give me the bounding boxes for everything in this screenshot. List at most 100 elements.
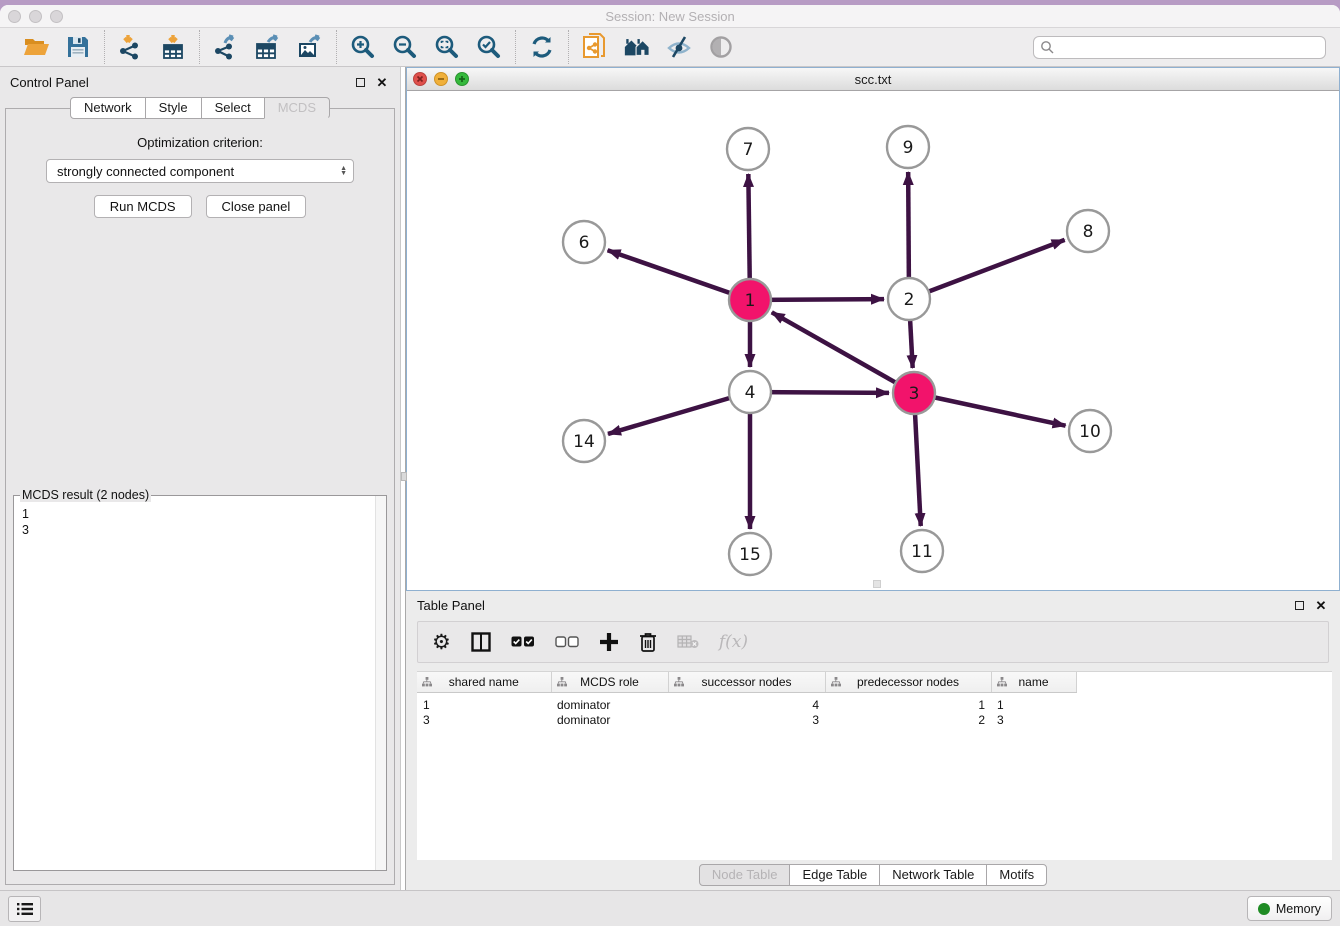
tab-network[interactable]: Network [70, 97, 146, 119]
mcds-result-list[interactable]: 13 [14, 496, 375, 870]
mcds-result-box: MCDS result (2 nodes) 13 [13, 495, 387, 871]
optimization-criterion-select[interactable]: strongly connected component ▲▼ [46, 159, 354, 183]
export-image-icon[interactable] [296, 33, 324, 61]
zoom-window-button[interactable] [50, 10, 63, 23]
close-window-button[interactable] [8, 10, 21, 23]
table-cell[interactable]: 2 [825, 712, 991, 728]
table-tab-network-table[interactable]: Network Table [879, 864, 987, 886]
show-all-icon[interactable] [707, 33, 735, 61]
canvas-grip-icon[interactable] [873, 580, 881, 588]
graph-node-label: 2 [904, 290, 915, 310]
table-panel-title: Table Panel [417, 598, 485, 613]
minimize-window-button[interactable] [29, 10, 42, 23]
clone-network-icon[interactable] [581, 33, 609, 61]
export-network-icon[interactable] [212, 33, 240, 61]
table-cell[interactable]: 1 [417, 692, 551, 712]
table-tab-edge-table[interactable]: Edge Table [789, 864, 880, 886]
table-row[interactable]: 3dominator323 [417, 712, 1076, 728]
column-header-predecessor-nodes[interactable]: predecessor nodes [825, 672, 991, 692]
graph-edge-2-8[interactable] [909, 240, 1065, 299]
close-panel-button[interactable]: ✕ [374, 74, 390, 90]
zoom-in-icon[interactable] [349, 33, 377, 61]
network-graph[interactable]: 7968124314101511 [407, 91, 1333, 589]
deselect-all-icon[interactable] [555, 629, 579, 655]
delete-icon[interactable] [639, 629, 657, 655]
apply-layout-icon[interactable] [528, 33, 556, 61]
table-tab-node-table[interactable]: Node Table [699, 864, 791, 886]
mcds-result-item[interactable]: 3 [22, 522, 367, 538]
float-table-panel-button[interactable] [1291, 597, 1307, 613]
table-cell[interactable]: 4 [668, 692, 825, 712]
hierarchy-icon [831, 677, 841, 687]
list-icon [16, 902, 34, 916]
memory-button[interactable]: Memory [1247, 896, 1332, 921]
table-tabs: Node TableEdge TableNetwork TableMotifs [406, 860, 1340, 890]
task-history-button[interactable] [8, 896, 41, 922]
graph-edge-3-10[interactable] [914, 393, 1066, 426]
search-input[interactable] [1054, 40, 1319, 54]
graph-edge-1-6[interactable] [608, 250, 750, 300]
import-network-icon[interactable] [117, 33, 145, 61]
table-cell[interactable]: 1 [991, 692, 1076, 712]
main-toolbar [0, 28, 1340, 67]
zoom-out-icon[interactable] [391, 33, 419, 61]
close-panel-action-button[interactable]: Close panel [206, 195, 307, 218]
graph-edge-4-14[interactable] [608, 392, 750, 434]
add-icon[interactable] [599, 629, 619, 655]
search-field[interactable] [1033, 36, 1326, 59]
network-maximize-button[interactable] [455, 72, 469, 86]
open-session-icon[interactable] [22, 33, 50, 61]
network-close-button[interactable] [413, 72, 427, 86]
run-mcds-button[interactable]: Run MCDS [94, 195, 192, 218]
close-table-panel-button[interactable]: ✕ [1313, 597, 1329, 613]
hide-selected-icon[interactable] [665, 33, 693, 61]
result-scrollbar[interactable] [375, 496, 386, 870]
table-cell[interactable]: dominator [551, 712, 668, 728]
network-canvas[interactable]: 7968124314101511 [407, 91, 1339, 590]
network-window-titlebar[interactable]: scc.txt [407, 68, 1339, 91]
function-builder-icon: f(x) [719, 629, 748, 655]
table-tab-motifs[interactable]: Motifs [986, 864, 1047, 886]
memory-status-icon [1258, 903, 1270, 915]
network-minimize-button[interactable] [434, 72, 448, 86]
graph-node-label: 8 [1083, 222, 1094, 242]
column-header-shared-name[interactable]: shared name [417, 672, 551, 692]
first-neighbors-icon[interactable] [623, 33, 651, 61]
float-panel-button[interactable] [352, 74, 368, 90]
save-session-icon[interactable] [64, 33, 92, 61]
select-all-icon[interactable] [511, 629, 535, 655]
column-header-MCDS-role[interactable]: MCDS role [551, 672, 668, 692]
table-cell[interactable]: 3 [668, 712, 825, 728]
column-header-name[interactable]: name [991, 672, 1076, 692]
graph-node-label: 9 [903, 138, 914, 158]
settings-icon[interactable]: ⚙ [432, 629, 451, 655]
close-icon: ✕ [1316, 599, 1327, 612]
chevron-up-down-icon: ▲▼ [340, 166, 347, 176]
hierarchy-icon [422, 677, 432, 687]
table-cell[interactable]: 3 [991, 712, 1076, 728]
export-table-icon[interactable] [254, 33, 282, 61]
window-controls[interactable] [8, 10, 63, 23]
graph-node-label: 14 [573, 432, 595, 452]
show-columns-icon[interactable] [471, 629, 491, 655]
zoom-selected-icon[interactable] [475, 33, 503, 61]
table-cell[interactable]: 3 [417, 712, 551, 728]
graph-node-label: 7 [743, 140, 754, 160]
panel-splitter[interactable] [400, 67, 406, 890]
column-header-successor-nodes[interactable]: successor nodes [668, 672, 825, 692]
import-table-icon[interactable] [159, 33, 187, 61]
node-table[interactable]: shared nameMCDS rolesuccessor nodesprede… [417, 671, 1332, 860]
titlebar: Session: New Session [0, 5, 1340, 28]
table-cell[interactable]: 1 [825, 692, 991, 712]
mcds-result-item[interactable]: 1 [22, 506, 367, 522]
graph-edge-3-1[interactable] [772, 312, 914, 393]
table-row[interactable]: 1dominator411 [417, 692, 1076, 712]
tab-select[interactable]: Select [201, 97, 265, 119]
tab-style[interactable]: Style [145, 97, 202, 119]
zoom-fit-icon[interactable] [433, 33, 461, 61]
tab-mcds[interactable]: MCDS [264, 97, 330, 119]
table-cell[interactable]: dominator [551, 692, 668, 712]
network-window: scc.txt 7968124314101511 [406, 67, 1340, 591]
app-window: Session: New Session [0, 5, 1340, 926]
control-panel-title: Control Panel [10, 75, 89, 90]
